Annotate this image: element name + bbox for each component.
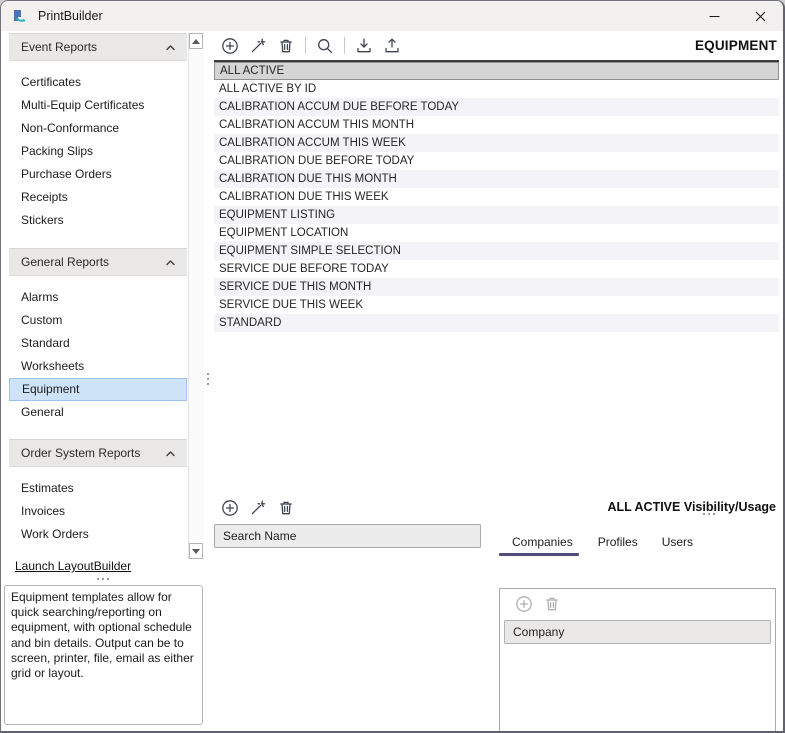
template-row[interactable]: ALL ACTIVE BY ID [214,80,779,98]
template-row[interactable]: EQUIPMENT SIMPLE SELECTION [214,242,779,260]
companies-tab-panel: Company [499,588,776,733]
template-row[interactable]: SERVICE DUE THIS MONTH [214,278,779,296]
template-row[interactable]: CALIBRATION ACCUM DUE BEFORE TODAY [214,98,779,116]
toolbar-separator [305,37,306,54]
delete-template-button[interactable] [276,36,296,56]
sidebar-item-estimates[interactable]: Estimates [9,477,187,500]
sidebar-item-multi-equip-certificates[interactable]: Multi-Equip Certificates [9,94,187,117]
search-name-column-header[interactable]: Search Name [214,524,481,548]
search-panel-toolbar [214,491,481,522]
company-column-header[interactable]: Company [504,620,771,644]
visibility-panel: ALL ACTIVE Visibility/Usage Companies Pr… [499,491,777,731]
template-row[interactable]: ALL ACTIVE [214,62,779,80]
sidebar-item-standard[interactable]: Standard [9,332,187,355]
minimize-icon [709,11,720,22]
sidebar-item-invoices[interactable]: Invoices [9,500,187,523]
template-description: Equipment templates allow for quick sear… [4,585,203,725]
section-label: Event Reports [21,40,97,54]
add-company-button[interactable] [514,594,534,614]
template-row[interactable]: CALIBRATION DUE BEFORE TODAY [214,152,779,170]
delete-search-button[interactable] [276,498,296,518]
launch-layoutbuilder-link[interactable]: Launch LayoutBuilder [15,559,131,573]
import-template-button[interactable] [354,36,374,56]
toolbar-separator [344,37,345,54]
edit-search-button[interactable] [248,498,268,518]
section-event-reports[interactable]: Event Reports [9,33,187,61]
active-tab-underline [499,553,579,556]
minimize-button[interactable] [691,1,737,31]
titlebar[interactable]: PrintBuilder [1,1,783,31]
section-order-system-reports[interactable]: Order System Reports [9,439,187,467]
template-row[interactable]: CALIBRATION ACCUM THIS WEEK [214,134,779,152]
sidebar-item-receipts[interactable]: Receipts [9,186,187,209]
printbuilder-app-icon [12,8,28,24]
scroll-down-button[interactable] [189,543,203,559]
sidebar-item-general[interactable]: General [9,401,187,424]
section-general-reports[interactable]: General Reports [9,248,187,276]
chevron-up-icon [164,41,177,54]
sidebar-item-non-conformance[interactable]: Non-Conformance [9,117,187,140]
search-panel: Search Name [214,491,481,731]
visibility-tabs: Companies Profiles Users [499,529,777,556]
main-area: EQUIPMENT ALL ACTIVE ALL ACTIVE BY ID CA… [214,31,779,731]
delete-company-button[interactable] [542,594,562,614]
companies-toolbar [500,589,775,619]
sidebar-item-work-orders[interactable]: Work Orders [9,523,187,546]
page-title: EQUIPMENT [695,38,777,53]
template-row[interactable]: CALIBRATION DUE THIS WEEK [214,188,779,206]
sidebar-item-stickers[interactable]: Stickers [9,209,187,232]
edit-template-button[interactable] [248,36,268,56]
tab-profiles[interactable]: Profiles [598,535,638,556]
template-row[interactable]: SERVICE DUE THIS WEEK [214,296,779,314]
add-search-button[interactable] [220,498,240,518]
export-template-button[interactable] [382,36,402,56]
window-title: PrintBuilder [38,9,103,23]
sidebar-scrollbar[interactable] [188,33,204,559]
template-row[interactable]: STANDARD [214,314,779,332]
sidebar-main-splitter[interactable] [207,373,209,385]
add-template-button[interactable] [220,36,240,56]
sidebar-splitter-handle[interactable] [97,578,109,580]
sidebar-item-alarms[interactable]: Alarms [9,286,187,309]
sidebar-item-purchase-orders[interactable]: Purchase Orders [9,163,187,186]
chevron-up-icon [164,447,177,460]
template-row[interactable]: EQUIPMENT LOCATION [214,224,779,242]
sidebar-item-certificates[interactable]: Certificates [9,71,187,94]
sidebar: Event Reports Certificates Multi-Equip C… [1,31,205,731]
printbuilder-window: PrintBuilder Event Reports Certificates … [0,0,785,733]
triangle-down-icon [192,549,200,554]
template-row[interactable]: CALIBRATION DUE THIS MONTH [214,170,779,188]
sidebar-item-equipment[interactable]: Equipment [9,378,187,401]
sidebar-item-worksheets[interactable]: Worksheets [9,355,187,378]
chevron-up-icon [164,256,177,269]
template-row[interactable]: EQUIPMENT LISTING [214,206,779,224]
template-list: ALL ACTIVE ALL ACTIVE BY ID CALIBRATION … [214,62,779,332]
scroll-up-button[interactable] [189,33,203,49]
sidebar-item-packing-slips[interactable]: Packing Slips [9,140,187,163]
template-toolbar: EQUIPMENT [214,31,779,62]
visibility-panel-title: ALL ACTIVE Visibility/Usage [499,491,777,514]
template-row[interactable]: SERVICE DUE BEFORE TODAY [214,260,779,278]
section-label: General Reports [21,255,109,269]
template-row[interactable]: CALIBRATION ACCUM THIS MONTH [214,116,779,134]
close-icon [755,11,766,22]
triangle-up-icon [192,39,200,44]
section-label: Order System Reports [21,446,140,460]
sidebar-item-custom[interactable]: Custom [9,309,187,332]
tab-users[interactable]: Users [662,535,693,556]
search-template-button[interactable] [315,36,335,56]
close-button[interactable] [737,1,783,31]
